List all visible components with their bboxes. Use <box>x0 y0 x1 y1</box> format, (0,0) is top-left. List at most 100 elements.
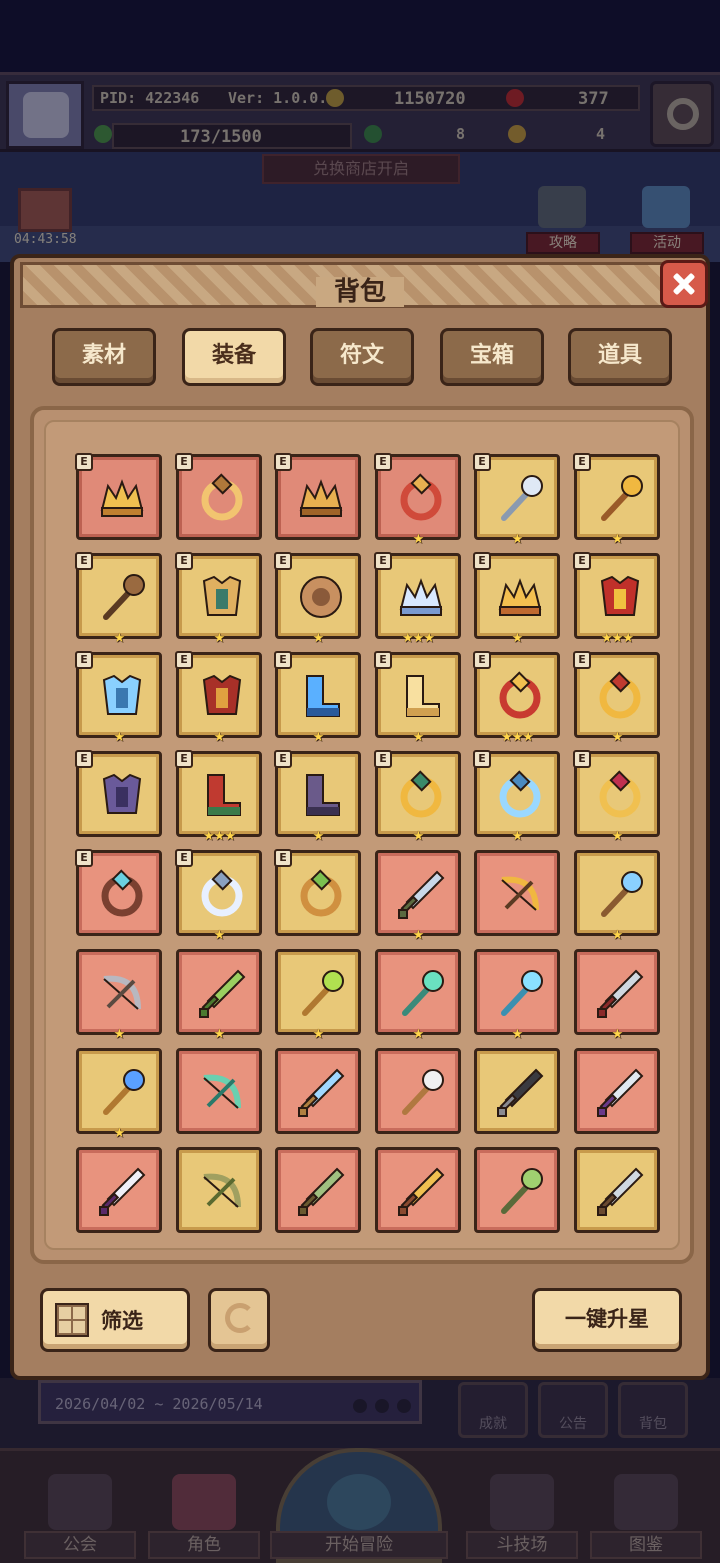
equipped-badge: E <box>75 552 93 570</box>
ice-armor-icon <box>94 668 150 724</box>
equipment-slot[interactable]: E <box>75 750 162 837</box>
sapphire-staff-icon <box>592 866 648 922</box>
equipment-slot[interactable] <box>176 1147 262 1233</box>
tab-materials[interactable]: 素材 <box>52 328 156 386</box>
equipment-slot[interactable]: E ★ <box>274 750 361 844</box>
equipped-badge: E <box>75 453 93 471</box>
star-rating: ★★★ <box>203 829 236 844</box>
amethyst-sword-icon <box>592 1064 648 1120</box>
tab-items[interactable]: 道具 <box>568 328 672 386</box>
equipment-slot[interactable]: ★ <box>176 949 262 1042</box>
equipment-slot[interactable]: E <box>274 849 361 936</box>
equipped-badge: E <box>274 750 292 768</box>
equipment-slot[interactable] <box>474 1048 560 1134</box>
equipment-slot[interactable] <box>574 1048 660 1134</box>
equipment-slot[interactable] <box>375 1048 461 1134</box>
silver-ring-icon <box>194 866 250 922</box>
equipment-slot[interactable]: E ★ <box>473 750 560 844</box>
equipment-slot[interactable] <box>176 1048 262 1134</box>
equipped-badge: E <box>75 849 93 867</box>
equipment-slot[interactable]: E ★ <box>573 651 660 745</box>
steel-crossbow-icon <box>94 965 150 1021</box>
equipment-slot[interactable]: E ★ <box>473 453 560 547</box>
shadow-pauldron-icon <box>94 767 150 823</box>
equipped-badge: E <box>274 651 292 669</box>
equipment-slot[interactable]: E ★ <box>175 651 262 745</box>
golden-necklace-icon <box>592 668 648 724</box>
equipment-slot[interactable]: ★ <box>474 949 560 1042</box>
equipment-slot[interactable]: E ★ <box>473 552 560 646</box>
star-rating: ★ <box>312 1027 325 1042</box>
equipment-slot[interactable]: ★ <box>76 949 162 1042</box>
equipment-slot[interactable]: E ★★★ <box>374 552 461 646</box>
equipment-slot[interactable]: E ★★★ <box>473 651 560 745</box>
crossed-swords-icon <box>393 866 449 922</box>
wooden-club-icon <box>94 569 150 625</box>
equipment-slot[interactable]: ★ <box>275 949 361 1042</box>
equipment-slot[interactable]: E ★ <box>573 453 660 547</box>
equipment-slot[interactable] <box>275 1048 361 1134</box>
equipment-slot[interactable] <box>76 1147 162 1233</box>
close-button[interactable] <box>660 260 708 308</box>
equipped-badge: E <box>75 750 93 768</box>
filter-button[interactable]: 筛选 <box>40 1288 190 1352</box>
equipment-slot[interactable]: E ★ <box>175 552 262 646</box>
tab-equipment[interactable]: 装备 <box>182 328 286 386</box>
equipped-badge: E <box>573 453 591 471</box>
star-rating: ★ <box>511 631 524 646</box>
equipped-badge: E <box>374 750 392 768</box>
royal-cape-icon <box>592 569 648 625</box>
equipment-slot[interactable]: E ★ <box>374 651 461 745</box>
equipment-slot[interactable]: E ★ <box>573 750 660 844</box>
equipment-slot[interactable]: E ★ <box>374 750 461 844</box>
equipment-slot[interactable]: E <box>75 453 162 540</box>
equipped-badge: E <box>175 750 193 768</box>
tab-chests[interactable]: 宝箱 <box>440 328 544 386</box>
star-rating: ★ <box>611 532 624 547</box>
equipment-slot[interactable]: ★ <box>76 1048 162 1141</box>
equipment-slot[interactable] <box>375 1147 461 1233</box>
equipped-badge: E <box>274 453 292 471</box>
tab-runes[interactable]: 符文 <box>310 328 414 386</box>
equipment-slot[interactable]: E <box>274 453 361 540</box>
grid-filter-icon <box>55 1303 89 1337</box>
bronze-sword-icon <box>293 1163 349 1219</box>
star-rating: ★ <box>611 730 624 745</box>
equipment-slot[interactable] <box>574 1147 660 1233</box>
equipment-slot[interactable] <box>474 1147 560 1233</box>
equipment-slot[interactable]: E <box>75 849 162 936</box>
equipment-slot[interactable] <box>474 850 560 936</box>
ring-icon <box>194 470 250 526</box>
obsidian-sword-icon <box>492 1064 548 1120</box>
equipped-badge: E <box>175 453 193 471</box>
equipment-slot[interactable]: E ★ <box>274 552 361 646</box>
star-rating: ★ <box>213 631 226 646</box>
upgrade-all-button[interactable]: 一键升星 <box>532 1288 682 1352</box>
ice-boots-icon <box>293 668 349 724</box>
leather-armor-icon <box>194 569 250 625</box>
equipment-slot[interactable]: E ★ <box>274 651 361 745</box>
equipment-slot[interactable]: E <box>175 453 262 540</box>
round-shield-icon <box>293 569 349 625</box>
equipment-slot[interactable]: E ★★★ <box>175 750 262 844</box>
crimson-armor-icon <box>194 668 250 724</box>
equipment-slot[interactable]: ★ <box>375 949 461 1042</box>
equipment-slot[interactable]: E ★ <box>75 651 162 745</box>
equipment-slot[interactable]: E ★ <box>374 453 461 547</box>
star-rating: ★ <box>611 829 624 844</box>
refresh-button[interactable] <box>208 1288 270 1352</box>
star-rating: ★ <box>213 730 226 745</box>
jester-boots-icon <box>194 767 250 823</box>
equipped-badge: E <box>274 849 292 867</box>
equipment-slot[interactable]: ★ <box>375 850 461 943</box>
equipment-slot[interactable]: ★ <box>574 949 660 1042</box>
equipment-slot[interactable]: E ★★★ <box>573 552 660 646</box>
jade-bow-icon <box>194 1064 250 1120</box>
emerald-ring-icon <box>293 866 349 922</box>
equipment-slot[interactable]: ★ <box>574 850 660 943</box>
equipment-slot[interactable]: E ★ <box>75 552 162 646</box>
equipment-slot[interactable]: E ★ <box>175 849 262 943</box>
star-rating: ★ <box>213 1027 226 1042</box>
golden-scepter-icon <box>592 470 648 526</box>
equipment-slot[interactable] <box>275 1147 361 1233</box>
